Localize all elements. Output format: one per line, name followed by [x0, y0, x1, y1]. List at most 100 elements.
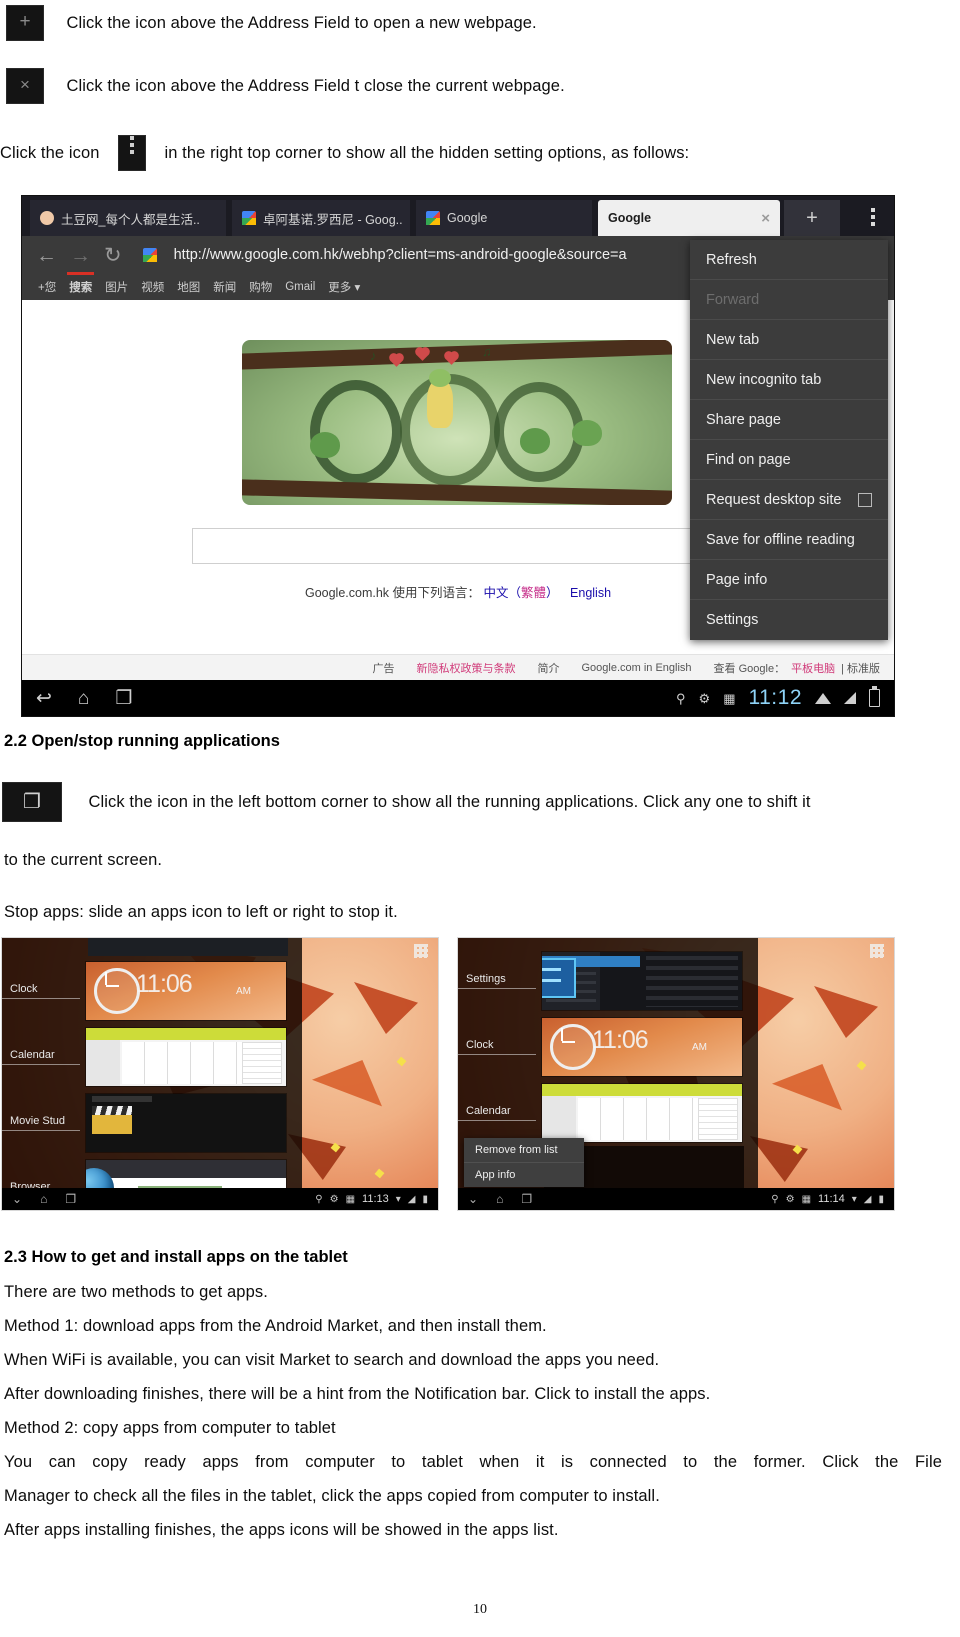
section-2-3-line-7: Manager to check all the files in the ta… [4, 1487, 660, 1505]
system-recents-icon[interactable]: ❐ [521, 1192, 532, 1206]
apps-grid-icon[interactable] [414, 944, 428, 958]
recent-apps-screenshot-right: Settings Clock 11:06 AM Calendar Remove … [458, 938, 894, 1210]
menu-item-share-page[interactable]: Share page [690, 400, 888, 440]
system-recents-icon[interactable]: ❐ [65, 1192, 76, 1206]
settings-thumbnail[interactable] [542, 951, 742, 1010]
signal-icon [844, 692, 856, 704]
recent-app-item[interactable]: Settings [458, 948, 758, 1013]
footer-link-tablet[interactable]: 平板电脑 [791, 660, 835, 676]
section-2-2-line-1: Click the icon in the left bottom corner… [88, 792, 811, 811]
footer-link-about[interactable]: 简介 [537, 660, 559, 676]
footer-link-standard[interactable]: | 标准版 [841, 660, 880, 676]
menu-item-refresh[interactable]: Refresh [690, 240, 888, 280]
sd-card-icon: ▦ [345, 1193, 356, 1205]
menu-item-label: Share page [706, 411, 781, 428]
system-recents-icon[interactable]: ❐ [115, 689, 132, 708]
address-field[interactable]: http://www.google.com.hk/webhp?client=ms… [174, 247, 627, 263]
footer-link-privacy[interactable]: 新隐私权政策与条款 [416, 660, 515, 676]
language-link-trad[interactable]: 繁體 [521, 586, 546, 600]
browser-tab[interactable]: 卓阿基诺.罗西尼 - Goog.. [232, 200, 410, 236]
recent-app-label: Movie Stud [2, 1115, 80, 1131]
back-icon[interactable]: ← [36, 245, 57, 266]
android-debug-icon: ⚙ [785, 1193, 795, 1205]
recent-app-label: Clock [458, 1039, 536, 1055]
menu-item-label: Find on page [706, 451, 791, 468]
recent-app-label: Calendar [458, 1105, 536, 1121]
language-link-english[interactable]: English [570, 586, 611, 600]
subnav-item[interactable]: 地图 [177, 279, 200, 295]
menu-item-request-desktop-site[interactable]: Request desktop site [690, 480, 888, 520]
subnav-item[interactable]: 搜索 [67, 272, 95, 295]
system-home-icon[interactable]: ⌂ [78, 689, 89, 708]
section-2-2-line-3: Stop apps: slide an apps icon to left or… [4, 903, 398, 921]
section-2-2-icon-row: ❐ Click the icon in the left bottom corn… [2, 782, 954, 822]
section-2-2-heading: 2.2 Open/stop running applications [4, 732, 280, 750]
recent-app-label: Clock [2, 983, 80, 999]
footer-link-english[interactable]: Google.com in English [581, 662, 691, 674]
apps-grid-icon[interactable] [870, 944, 884, 958]
menu-item-settings[interactable]: Settings [690, 600, 888, 640]
system-back-icon[interactable]: ↩ [36, 689, 52, 708]
android-debug-icon: ⚙ [329, 1193, 339, 1205]
menu-item-find-on-page[interactable]: Find on page [690, 440, 888, 480]
battery-icon: ▮ [422, 1193, 428, 1205]
context-menu-item-remove-from-list[interactable]: Remove from list [464, 1138, 584, 1163]
menu-item-label: Request desktop site [706, 491, 842, 508]
clock-thumbnail[interactable]: 11:06 AM [86, 961, 286, 1020]
menu-item-page-info[interactable]: Page info [690, 560, 888, 600]
subnav-item[interactable]: 更多 ▾ [328, 279, 360, 295]
browser-tab[interactable]: 土豆网_每个人都是生活.. [30, 200, 226, 236]
browser-tab-active[interactable]: Google × [598, 200, 780, 236]
system-home-icon[interactable]: ⌂ [496, 1192, 503, 1206]
recent-app-item[interactable]: Clock 11:06 AM [2, 958, 302, 1023]
google-search-input[interactable] [192, 528, 692, 564]
subnav-item[interactable]: 视频 [141, 279, 164, 295]
menu-item-new-tab[interactable]: New tab [690, 320, 888, 360]
menu-item-label: Settings [706, 612, 759, 628]
system-home-icon[interactable]: ⌂ [40, 1192, 47, 1206]
recent-app-label: Settings [458, 973, 536, 989]
recent-app-context-menu: Remove from list App info [464, 1138, 584, 1187]
google-icon [142, 248, 157, 262]
movie-studio-thumbnail[interactable] [86, 1093, 286, 1152]
subnav-item[interactable]: 新闻 [213, 279, 236, 295]
wifi-icon: ▾ [395, 1193, 401, 1205]
menu-item-save-for-offline-reading[interactable]: Save for offline reading [690, 520, 888, 560]
subnav-item[interactable]: 图片 [105, 279, 128, 295]
section-2-2-line-2: to the current screen. [4, 851, 163, 869]
subnav-item[interactable]: Gmail [285, 281, 315, 293]
system-back-icon[interactable]: ⌄ [12, 1192, 22, 1206]
language-link-zh[interactable]: 中文（ [484, 586, 522, 600]
recent-app-item[interactable]: Movie Stud [2, 1090, 302, 1155]
recent-app-item[interactable]: Calendar [2, 1024, 302, 1089]
wifi-icon [815, 692, 831, 704]
menu-item-label: Page info [706, 571, 768, 588]
clock-thumbnail[interactable]: 11:06 AM [542, 1017, 742, 1076]
menu-item-label: New incognito tab [706, 371, 822, 388]
checkbox-icon[interactable] [858, 492, 872, 507]
reload-icon[interactable]: ↻ [104, 245, 122, 266]
calendar-thumbnail[interactable] [542, 1083, 742, 1142]
google-page-footer: 广告 新隐私权政策与条款 简介 Google.com in English 查看… [22, 654, 894, 680]
overflow-menu-instruction-row: Click the icon in the right top corner t… [0, 135, 954, 171]
recent-app-item[interactable]: Clock 11:06 AM [458, 1014, 758, 1079]
tab-close-icon[interactable]: × [761, 210, 770, 227]
system-back-icon[interactable]: ⌄ [468, 1192, 478, 1206]
context-menu-item-app-info[interactable]: App info [464, 1163, 584, 1187]
subnav-item[interactable]: +您 [38, 279, 56, 295]
three-dot-menu-icon [117, 135, 146, 171]
clock-thumbnail-time: 11:06 [136, 969, 193, 998]
calendar-thumbnail[interactable] [86, 1027, 286, 1086]
browser-tab-title: Google [447, 211, 488, 225]
google-icon [242, 211, 256, 225]
clock-thumbnail-ampm: AM [236, 985, 251, 997]
footer-link-ads[interactable]: 广告 [372, 660, 394, 676]
new-tab-button[interactable]: + [784, 200, 840, 236]
menu-item-new-incognito-tab[interactable]: New incognito tab [690, 360, 888, 400]
browser-tab[interactable]: Google [416, 200, 592, 236]
recent-app-item[interactable]: Calendar [458, 1080, 758, 1145]
subnav-item[interactable]: 购物 [249, 279, 272, 295]
close-tab-instruction-text: Click the icon above the Address Field t… [66, 76, 565, 95]
recent-apps-list: Clock 11:06 AM Calendar Movie Stud Brows… [2, 938, 302, 1210]
overflow-menu-button[interactable] [858, 202, 888, 232]
